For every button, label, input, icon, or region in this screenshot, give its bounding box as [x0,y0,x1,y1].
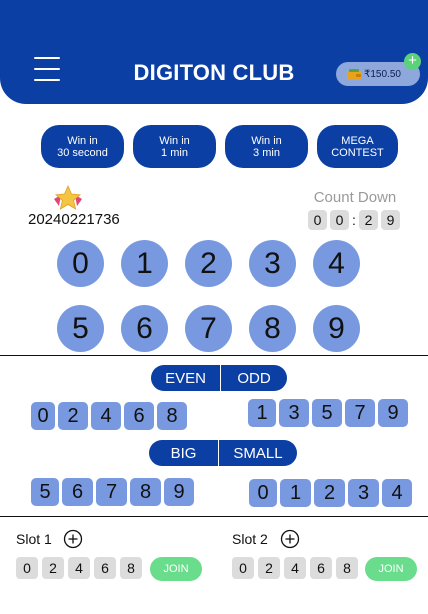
slot-2-digit[interactable]: 6 [310,557,332,579]
even-button[interactable]: EVEN [151,365,220,391]
slot-1-join-button[interactable]: JOIN [150,557,202,581]
small-digits-row: 0 1 2 3 4 [249,479,415,507]
number-ball-9[interactable]: 9 [313,305,360,352]
even-digit-chip[interactable]: 8 [157,402,187,430]
number-ball-8[interactable]: 8 [249,305,296,352]
round-period-number: 20240221736 [28,211,120,228]
odd-digit-chip[interactable]: 1 [248,399,276,427]
even-digits-row: 0 2 4 6 8 [31,402,190,430]
tab-1-min[interactable]: Win in 1 min [133,125,216,168]
tab-line: Win in [251,134,282,147]
odd-digit-chip[interactable]: 7 [345,399,375,427]
number-ball-2[interactable]: 2 [185,240,232,287]
app-header: DIGITON CLUB ₹150.50 + [0,0,428,104]
even-digit-chip[interactable]: 2 [58,402,88,430]
slot-1-digit[interactable]: 2 [42,557,64,579]
tab-line: Win in [67,134,98,147]
countdown-colon: : [352,212,356,228]
number-ball-7[interactable]: 7 [185,305,232,352]
countdown-label: Count Down [313,189,397,206]
even-digit-chip[interactable]: 0 [31,402,55,430]
slot-2-digit[interactable]: 4 [284,557,306,579]
number-ball-0[interactable]: 0 [57,240,104,287]
slot-1-label: Slot 1 [16,531,52,547]
number-ball-1[interactable]: 1 [121,240,168,287]
slot-1-digit[interactable]: 8 [120,557,142,579]
small-digit-chip[interactable]: 2 [314,479,345,507]
even-digit-chip[interactable]: 6 [124,402,154,430]
odd-digits-row: 1 3 5 7 9 [248,399,411,427]
slot-2-digits: 0 2 4 6 8 [232,557,362,579]
section-divider [0,355,428,356]
tab-line: 30 second [57,146,108,159]
small-digit-chip[interactable]: 1 [280,479,311,507]
countdown-timer: 0 0 : 2 9 [308,210,400,230]
tab-30-second[interactable]: Win in 30 second [41,125,124,168]
big-digit-chip[interactable]: 8 [130,478,161,506]
add-slot-1-icon[interactable] [63,529,83,549]
add-money-icon[interactable]: + [404,53,421,70]
number-ball-3[interactable]: 3 [249,240,296,287]
odd-button[interactable]: ODD [221,365,287,391]
countdown-digit: 9 [381,210,400,230]
big-small-toggle: BIG SMALL [149,440,297,466]
slot-2-label: Slot 2 [232,531,268,547]
star-icon [54,185,82,210]
big-digit-chip[interactable]: 7 [96,478,127,506]
small-digit-chip[interactable]: 0 [249,479,277,507]
slot-1-digit[interactable]: 6 [94,557,116,579]
tab-line: CONTEST [331,146,384,159]
big-digit-chip[interactable]: 6 [62,478,93,506]
odd-digit-chip[interactable]: 9 [378,399,408,427]
odd-digit-chip[interactable]: 3 [279,399,309,427]
big-digit-chip[interactable]: 5 [31,478,59,506]
number-ball-6[interactable]: 6 [121,305,168,352]
number-ball-5[interactable]: 5 [57,305,104,352]
small-digit-chip[interactable]: 4 [382,479,412,507]
small-button[interactable]: SMALL [219,440,297,466]
slot-1-digits: 0 2 4 6 8 [16,557,146,579]
section-divider [0,516,428,517]
tab-mega-contest[interactable]: MEGA CONTEST [317,125,398,168]
slot-2-digit[interactable]: 8 [336,557,358,579]
slot-2-digit[interactable]: 2 [258,557,280,579]
big-digits-row: 5 6 7 8 9 [31,478,197,506]
small-digit-chip[interactable]: 3 [348,479,379,507]
add-slot-2-icon[interactable] [280,529,300,549]
big-button[interactable]: BIG [149,440,218,466]
tab-line: 3 min [253,146,280,159]
tab-line: Win in [159,134,190,147]
slot-2-digit[interactable]: 0 [232,557,254,579]
countdown-digit: 0 [308,210,327,230]
wallet-icon [347,68,361,80]
countdown-digit: 0 [330,210,349,230]
big-digit-chip[interactable]: 9 [164,478,194,506]
tab-3-min[interactable]: Win in 3 min [225,125,308,168]
slot-1-digit[interactable]: 0 [16,557,38,579]
tab-line: 1 min [161,146,188,159]
slot-2-join-button[interactable]: JOIN [365,557,417,581]
tab-line: MEGA [341,134,374,147]
odd-digit-chip[interactable]: 5 [312,399,342,427]
even-odd-toggle: EVEN ODD [151,365,287,391]
slot-1-digit[interactable]: 4 [68,557,90,579]
even-digit-chip[interactable]: 4 [91,402,121,430]
number-ball-4[interactable]: 4 [313,240,360,287]
wallet-balance-text: ₹150.50 [364,68,401,80]
countdown-digit: 2 [359,210,378,230]
